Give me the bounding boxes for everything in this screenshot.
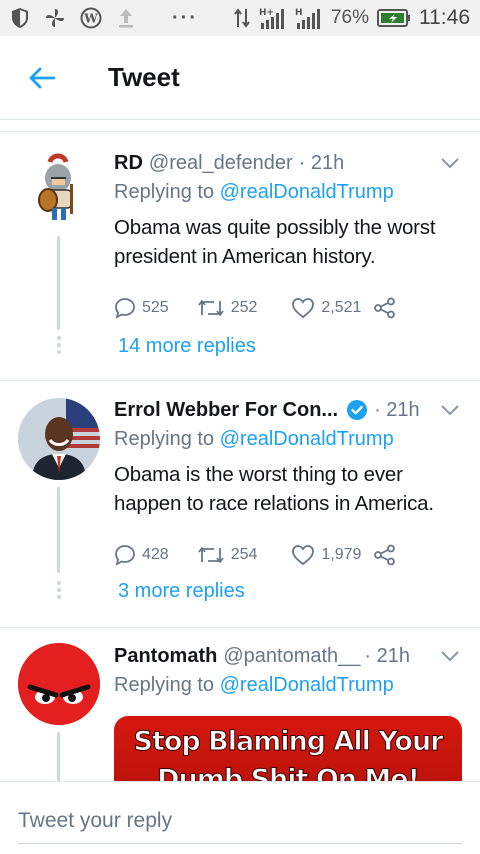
reply-button[interactable]: 525 — [114, 297, 169, 319]
tweet-text: Obama was quite possibly the worst presi… — [114, 216, 436, 268]
svg-text:W: W — [83, 12, 98, 26]
retweet-count: 252 — [230, 299, 258, 316]
upload-icon — [116, 7, 136, 29]
reply-button[interactable]: 428 — [114, 544, 169, 566]
page-title: Tweet — [108, 62, 180, 92]
avatar[interactable] — [18, 148, 100, 230]
tweet-item[interactable]: Errol Webber For Con... · 21h Replying t… — [0, 381, 480, 628]
battery-icon — [377, 8, 411, 28]
mention-link[interactable]: @realDonaldTrump — [220, 181, 394, 203]
battery-percent: 76% — [330, 7, 369, 28]
mention-link[interactable]: @realDonaldTrump — [220, 674, 394, 696]
mention-link[interactable]: @realDonaldTrump — [220, 428, 394, 450]
tweet-menu-button[interactable] — [438, 644, 462, 668]
shield-icon — [10, 7, 30, 29]
chevron-down-icon — [441, 405, 459, 416]
app-header: Tweet — [0, 36, 480, 120]
pinwheel-icon — [44, 7, 66, 29]
tweet-menu-button[interactable] — [438, 398, 462, 422]
reply-count: 428 — [142, 546, 169, 563]
status-bar: W ··· H+ H 76% 11:46 — [0, 0, 480, 36]
clock: 11:46 — [419, 6, 470, 29]
tweet-menu-button[interactable] — [438, 151, 462, 175]
share-icon — [374, 297, 396, 319]
back-arrow-icon — [29, 67, 56, 88]
tweet-timestamp: · 21h — [298, 151, 345, 174]
like-count: 2,521 — [321, 299, 362, 316]
tweet-text: Obama is the worst thing to ever happen … — [114, 463, 434, 515]
thread-dots — [55, 581, 62, 599]
reply-icon — [115, 298, 135, 319]
retweet-button[interactable]: 254 — [197, 545, 258, 565]
like-button[interactable]: 2,521 — [291, 297, 361, 319]
data-arrows-icon — [233, 7, 251, 29]
tweet-timestamp: · 21h — [364, 644, 410, 667]
svg-text:H: H — [295, 8, 303, 18]
tweet-author-name[interactable]: Errol Webber For Con... — [114, 399, 338, 422]
tweet-timestamp: · 21h — [374, 398, 420, 421]
tweet-author-name[interactable]: RD — [114, 152, 143, 175]
heart-icon — [292, 545, 315, 566]
chevron-down-icon — [441, 158, 459, 169]
more-replies-link[interactable]: 3 more replies — [118, 580, 245, 603]
thread-line — [57, 487, 60, 573]
media-text: Dumb Shit On Me! — [157, 764, 421, 782]
like-count: 1,979 — [321, 546, 362, 563]
more-replies-link[interactable]: 14 more replies — [118, 335, 256, 358]
signal-h-plus-icon: H+ — [259, 6, 287, 30]
tweet-item[interactable]: RD @real_defender · 21h Replying to @rea… — [0, 132, 480, 381]
tweet-author-handle[interactable]: @pantomath__ — [223, 645, 360, 668]
tweet-author-handle[interactable]: @real_defender — [149, 152, 293, 175]
tweet-actions: 525 252 2,521 — [114, 295, 462, 321]
like-button[interactable]: 1,979 — [291, 544, 361, 566]
thread-line — [57, 236, 60, 330]
more-dots-icon: ··· — [172, 6, 198, 29]
share-button[interactable] — [373, 297, 397, 319]
tweet-item[interactable]: Pantomath @pantomath__ · 21h Replying to… — [0, 628, 480, 781]
thread-dots — [55, 336, 62, 354]
avatar[interactable] — [18, 643, 100, 725]
reply-icon — [115, 545, 135, 566]
replying-to: Replying to @realDonaldTrump — [114, 181, 394, 203]
media-text: Stop Blaming All Your — [133, 726, 444, 758]
retweet-icon — [197, 300, 224, 316]
avatar[interactable] — [18, 398, 100, 480]
back-button[interactable] — [12, 48, 72, 108]
svg-text:H+: H+ — [259, 8, 274, 18]
thread-line — [57, 732, 60, 781]
reply-composer — [0, 781, 480, 854]
retweet-count: 254 — [230, 546, 258, 563]
signal-h-icon: H — [295, 6, 323, 30]
wordpress-icon: W — [80, 7, 102, 29]
tweet-media-image[interactable]: Stop Blaming All Your Dumb Shit On Me! — [114, 716, 462, 781]
tweet-author-name[interactable]: Pantomath — [114, 645, 217, 668]
tweet-actions: 428 254 1,979 — [114, 542, 462, 568]
retweet-icon — [197, 547, 224, 563]
retweet-button[interactable]: 252 — [197, 298, 258, 318]
replying-to: Replying to @realDonaldTrump — [114, 674, 394, 696]
share-icon — [374, 544, 396, 566]
chevron-down-icon — [441, 651, 459, 662]
reply-input[interactable] — [18, 804, 462, 844]
reply-count: 525 — [142, 299, 169, 316]
share-button[interactable] — [373, 544, 397, 566]
verified-badge-icon — [346, 399, 368, 421]
replying-to: Replying to @realDonaldTrump — [114, 428, 394, 450]
heart-icon — [292, 298, 315, 319]
